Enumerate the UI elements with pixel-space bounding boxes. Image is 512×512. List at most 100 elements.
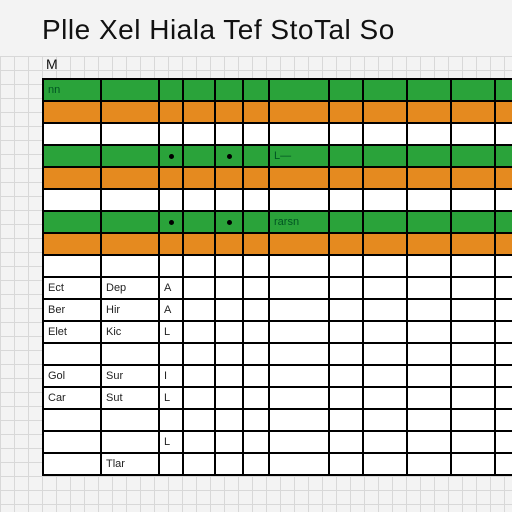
cell[interactable] (244, 212, 270, 234)
cell[interactable] (408, 124, 452, 146)
cell[interactable] (160, 146, 184, 168)
cell[interactable]: L (160, 432, 184, 454)
cell[interactable] (364, 454, 408, 476)
table-row[interactable] (44, 234, 512, 256)
cell[interactable]: A (160, 278, 184, 300)
table-row[interactable] (44, 124, 512, 146)
cell[interactable] (452, 366, 496, 388)
cell[interactable] (244, 168, 270, 190)
cell[interactable] (102, 80, 160, 102)
table-row[interactable] (44, 190, 512, 212)
cell[interactable] (330, 366, 364, 388)
cell[interactable] (44, 410, 102, 432)
cell[interactable] (330, 190, 364, 212)
cell[interactable] (44, 212, 102, 234)
cell[interactable] (216, 410, 244, 432)
cell[interactable] (496, 454, 512, 476)
cell[interactable] (408, 366, 452, 388)
cell[interactable] (364, 432, 408, 454)
cell[interactable] (496, 212, 512, 234)
cell[interactable] (244, 388, 270, 410)
cell[interactable] (44, 344, 102, 366)
cell[interactable] (184, 80, 216, 102)
cell[interactable] (452, 80, 496, 102)
cell[interactable] (184, 322, 216, 344)
cell[interactable] (270, 388, 330, 410)
cell[interactable] (496, 256, 512, 278)
cell[interactable] (184, 190, 216, 212)
cell[interactable] (270, 80, 330, 102)
cell[interactable] (244, 234, 270, 256)
cell[interactable] (452, 124, 496, 146)
cell[interactable] (160, 124, 184, 146)
cell[interactable]: Hir (102, 300, 160, 322)
cell[interactable] (452, 102, 496, 124)
cell[interactable] (364, 344, 408, 366)
cell[interactable] (496, 124, 512, 146)
cell[interactable] (244, 80, 270, 102)
cell[interactable] (216, 388, 244, 410)
cell[interactable] (364, 80, 408, 102)
cell[interactable] (496, 432, 512, 454)
cell[interactable] (364, 168, 408, 190)
cell[interactable] (408, 234, 452, 256)
cell[interactable]: rarsn (270, 212, 330, 234)
grid[interactable]: nn (42, 78, 512, 476)
cell[interactable] (102, 256, 160, 278)
cell[interactable] (452, 410, 496, 432)
cell[interactable] (160, 344, 184, 366)
cell[interactable] (330, 322, 364, 344)
cell[interactable] (216, 256, 244, 278)
cell[interactable] (102, 212, 160, 234)
cell[interactable] (270, 344, 330, 366)
cell[interactable] (216, 80, 244, 102)
cell[interactable] (160, 234, 184, 256)
cell[interactable] (184, 432, 216, 454)
table-row[interactable]: rarsn (44, 212, 512, 234)
cell[interactable] (496, 278, 512, 300)
cell[interactable]: L— (270, 146, 330, 168)
cell[interactable] (452, 256, 496, 278)
table-row[interactable]: Ect Dep A (44, 278, 512, 300)
cell[interactable] (184, 102, 216, 124)
cell[interactable] (408, 278, 452, 300)
cell[interactable] (330, 256, 364, 278)
cell[interactable] (408, 432, 452, 454)
cell[interactable] (452, 278, 496, 300)
cell[interactable] (160, 212, 184, 234)
cell[interactable] (330, 432, 364, 454)
cell[interactable] (244, 344, 270, 366)
cell[interactable] (270, 454, 330, 476)
cell[interactable] (244, 300, 270, 322)
cell[interactable] (452, 454, 496, 476)
cell[interactable] (408, 344, 452, 366)
cell[interactable] (102, 190, 160, 212)
cell[interactable] (408, 102, 452, 124)
cell[interactable] (160, 256, 184, 278)
cell[interactable] (160, 190, 184, 212)
cell[interactable] (44, 168, 102, 190)
cell[interactable] (184, 168, 216, 190)
table-row[interactable]: Tlar (44, 454, 512, 476)
cell[interactable]: A (160, 300, 184, 322)
cell[interactable]: Ber (44, 300, 102, 322)
cell[interactable] (216, 102, 244, 124)
cell[interactable] (270, 124, 330, 146)
cell[interactable] (364, 278, 408, 300)
cell[interactable]: Tlar (102, 454, 160, 476)
cell[interactable] (184, 212, 216, 234)
cell[interactable] (244, 190, 270, 212)
table-row[interactable]: L— (44, 146, 512, 168)
cell[interactable] (160, 168, 184, 190)
cell[interactable] (270, 410, 330, 432)
table-row[interactable]: L (44, 432, 512, 454)
cell[interactable] (244, 454, 270, 476)
cell[interactable] (496, 146, 512, 168)
cell[interactable] (496, 102, 512, 124)
cell[interactable] (270, 190, 330, 212)
cell[interactable] (270, 234, 330, 256)
table-row[interactable]: Ber Hir A (44, 300, 512, 322)
cell[interactable] (216, 366, 244, 388)
cell[interactable] (330, 234, 364, 256)
cell[interactable] (102, 102, 160, 124)
